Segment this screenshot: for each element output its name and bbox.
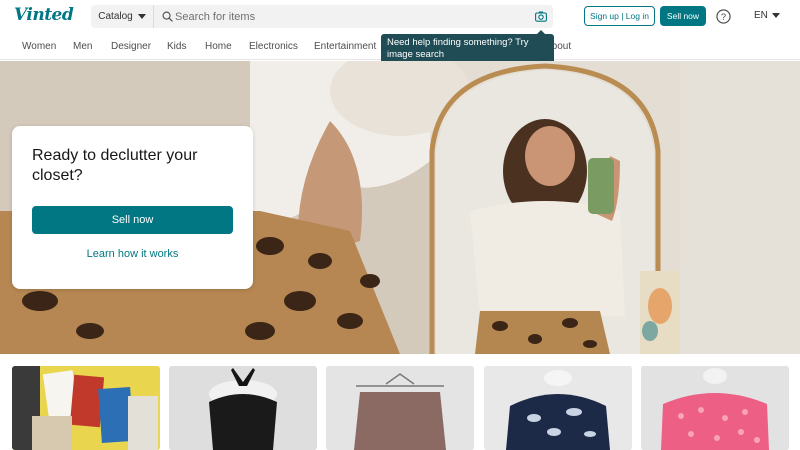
catalog-label: Catalog xyxy=(98,11,133,22)
nav-item-kids[interactable]: Kids xyxy=(167,41,186,52)
signup-login-button[interactable]: Sign up | Log in xyxy=(584,6,655,26)
search-input[interactable] xyxy=(175,5,525,28)
hero-banner: Ready to declutter your closet? Sell now… xyxy=(0,61,800,354)
search-icon xyxy=(162,11,173,22)
header: Vinted Catalog Sign up | Log in Sell now… xyxy=(0,0,800,33)
product-card-floral-top[interactable] xyxy=(484,366,632,450)
product-image xyxy=(641,366,789,450)
product-card-skirt[interactable] xyxy=(326,366,474,450)
language-label: EN xyxy=(754,10,768,21)
camera-icon[interactable] xyxy=(535,11,547,22)
product-card-black-top[interactable] xyxy=(169,366,317,450)
chevron-down-icon xyxy=(137,14,146,19)
help-icon[interactable]: ? xyxy=(716,9,731,24)
vinted-logo[interactable]: Vinted xyxy=(14,5,74,25)
hero-card: Ready to declutter your closet? Sell now… xyxy=(12,126,253,289)
product-card-magazines[interactable] xyxy=(12,366,160,450)
language-selector[interactable]: EN xyxy=(754,10,780,21)
product-card-pink-top[interactable] xyxy=(641,366,789,450)
product-image xyxy=(484,366,632,450)
catalog-dropdown[interactable]: Catalog xyxy=(91,5,154,28)
hero-title: Ready to declutter your closet? xyxy=(32,147,198,184)
hero-sell-now-button[interactable]: Sell now xyxy=(32,206,233,234)
product-image xyxy=(12,366,160,450)
nav-item-home[interactable]: Home xyxy=(205,41,232,52)
nav-item-entertainment[interactable]: Entertainment xyxy=(314,41,376,52)
chevron-down-icon xyxy=(771,13,780,18)
nav-item-designer[interactable]: Designer xyxy=(111,41,151,52)
product-image xyxy=(326,366,474,450)
nav-item-women[interactable]: Women xyxy=(22,41,56,52)
nav-item-electronics[interactable]: Electronics xyxy=(249,41,298,52)
svg-text:?: ? xyxy=(721,12,726,22)
nav-item-men[interactable]: Men xyxy=(73,41,92,52)
sell-now-button[interactable]: Sell now xyxy=(660,6,706,26)
product-image xyxy=(169,366,317,450)
learn-how-it-works-link[interactable]: Learn how it works xyxy=(32,248,233,260)
search-bar: Catalog xyxy=(91,5,553,28)
